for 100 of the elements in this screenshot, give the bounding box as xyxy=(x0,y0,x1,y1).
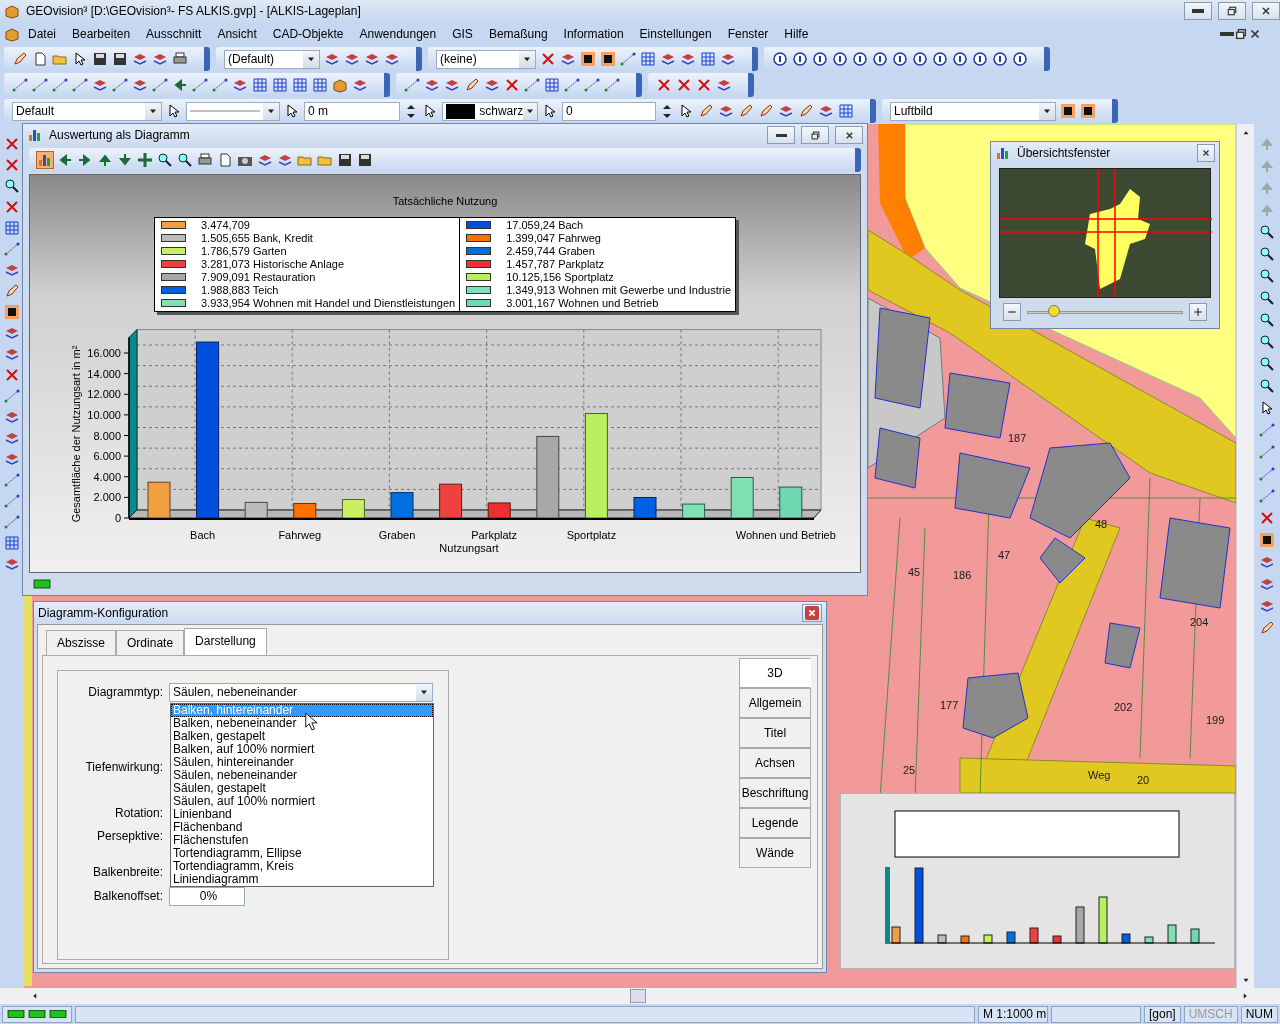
node-line-icon[interactable] xyxy=(192,77,208,93)
node-line-icon[interactable] xyxy=(4,388,20,404)
dropdown-option[interactable]: Säulen, hintereinander xyxy=(171,756,433,769)
layers-icon[interactable] xyxy=(1259,554,1275,570)
dropdown[interactable]: Luftbild xyxy=(890,101,1056,121)
grid-icon[interactable] xyxy=(640,51,656,67)
layers-icon[interactable] xyxy=(444,77,460,93)
square-frame-icon[interactable] xyxy=(1060,103,1076,119)
cross-icon[interactable] xyxy=(504,77,520,93)
grid-icon[interactable] xyxy=(312,77,328,93)
minimize-button[interactable] xyxy=(1184,2,1212,20)
dropdown-option[interactable]: Balken, nebeneinander xyxy=(171,717,433,730)
cursor-icon[interactable] xyxy=(1259,400,1275,416)
dropdown-option[interactable]: Flächenband xyxy=(171,821,433,834)
tab[interactable]: Allgemein xyxy=(739,688,811,718)
grid-icon[interactable] xyxy=(292,77,308,93)
dropdown-option[interactable]: Säulen, gestapelt xyxy=(171,782,433,795)
page-icon[interactable] xyxy=(32,51,48,67)
node-line-icon[interactable] xyxy=(584,77,600,93)
layers-icon[interactable] xyxy=(720,51,736,67)
info-icon[interactable] xyxy=(912,51,928,67)
maximize-button[interactable] xyxy=(801,126,829,144)
node-line-icon[interactable] xyxy=(1259,488,1275,504)
square-frame-icon[interactable] xyxy=(1259,532,1275,548)
layers-icon[interactable] xyxy=(484,77,500,93)
grid-icon[interactable] xyxy=(272,77,288,93)
cursor-icon[interactable] xyxy=(284,103,300,119)
box-icon[interactable] xyxy=(4,26,20,42)
layers-icon[interactable] xyxy=(352,77,368,93)
close-icon[interactable] xyxy=(1248,27,1262,41)
menu-item[interactable]: Ansicht xyxy=(209,23,265,45)
layers-icon[interactable] xyxy=(1259,598,1275,614)
info-icon[interactable] xyxy=(992,51,1008,67)
menu-item[interactable]: Bearbeiten xyxy=(64,23,139,45)
node-line-icon[interactable] xyxy=(12,77,28,93)
cross-icon[interactable] xyxy=(676,77,692,93)
square-frame-icon[interactable] xyxy=(600,51,616,67)
dropdown-option[interactable]: Säulen, nebeneinander xyxy=(171,769,433,782)
node-line-icon[interactable] xyxy=(112,77,128,93)
grid-icon[interactable] xyxy=(252,77,268,93)
menu-item[interactable]: Fenster xyxy=(719,23,777,45)
layers-icon[interactable] xyxy=(257,152,273,168)
square-frame-icon[interactable] xyxy=(1080,103,1096,119)
box-icon[interactable] xyxy=(332,77,348,93)
menu-item[interactable]: Ausschnitt xyxy=(138,23,210,45)
node-line-icon[interactable] xyxy=(524,77,540,93)
arrow-icon[interactable] xyxy=(77,152,93,168)
color-dropdown[interactable]: schwarz xyxy=(442,101,538,121)
layers-icon[interactable] xyxy=(778,103,794,119)
close-button[interactable] xyxy=(835,126,863,144)
layers-icon[interactable] xyxy=(660,51,676,67)
zoom-out-button[interactable] xyxy=(1003,303,1021,321)
magnifier-icon[interactable] xyxy=(1259,268,1275,284)
tab[interactable]: Titel xyxy=(739,718,811,748)
scroll-thumb[interactable] xyxy=(630,989,646,1003)
printer-icon[interactable] xyxy=(172,51,188,67)
dropdown[interactable]: Default xyxy=(12,101,162,121)
magnifier-icon[interactable] xyxy=(177,152,193,168)
cross-icon[interactable] xyxy=(4,199,20,215)
node-line-icon[interactable] xyxy=(4,241,20,257)
info-icon[interactable] xyxy=(952,51,968,67)
pen-icon[interactable] xyxy=(738,103,754,119)
menu-item[interactable]: Information xyxy=(555,23,632,45)
layers-icon[interactable] xyxy=(132,51,148,67)
layers-icon[interactable] xyxy=(152,51,168,67)
magnifier-icon[interactable] xyxy=(157,152,173,168)
arrow-icon[interactable] xyxy=(172,77,188,93)
dropdown-option[interactable]: Liniendiagramm xyxy=(171,873,433,886)
pen-icon[interactable] xyxy=(798,103,814,119)
layers-icon[interactable] xyxy=(680,51,696,67)
node-line-icon[interactable] xyxy=(4,472,20,488)
tab[interactable]: Abszisse xyxy=(46,630,117,655)
dropdown-option[interactable]: Balken, auf 100% normiert xyxy=(171,743,433,756)
cursor-icon[interactable] xyxy=(678,103,694,119)
layers-icon[interactable] xyxy=(4,346,20,362)
node-line-icon[interactable] xyxy=(152,77,168,93)
node-line-icon[interactable] xyxy=(72,77,88,93)
pen-icon[interactable] xyxy=(12,51,28,67)
zoom-slider[interactable] xyxy=(1027,305,1183,319)
info-icon[interactable] xyxy=(972,51,988,67)
layers-icon[interactable] xyxy=(1259,576,1275,592)
node-line-icon[interactable] xyxy=(620,51,636,67)
tab[interactable]: Wände xyxy=(739,838,811,868)
cross-icon[interactable] xyxy=(1259,510,1275,526)
menu-item[interactable]: Datei xyxy=(20,23,64,45)
menu-item[interactable]: Hilfe xyxy=(776,23,817,45)
grid-icon[interactable] xyxy=(838,103,854,119)
layers-icon[interactable] xyxy=(232,77,248,93)
info-icon[interactable] xyxy=(812,51,828,67)
node-line-icon[interactable] xyxy=(1259,444,1275,460)
layers-icon[interactable] xyxy=(424,77,440,93)
info-icon[interactable] xyxy=(832,51,848,67)
square-frame-icon[interactable] xyxy=(580,51,596,67)
close-button[interactable] xyxy=(802,604,822,622)
restore-icon[interactable] xyxy=(1234,27,1248,41)
zoom-in-button[interactable] xyxy=(1189,303,1207,321)
pen-icon[interactable] xyxy=(1259,620,1275,636)
layers-icon[interactable] xyxy=(4,409,20,425)
restore-button[interactable] xyxy=(1218,2,1246,20)
cursor-icon[interactable] xyxy=(166,103,182,119)
